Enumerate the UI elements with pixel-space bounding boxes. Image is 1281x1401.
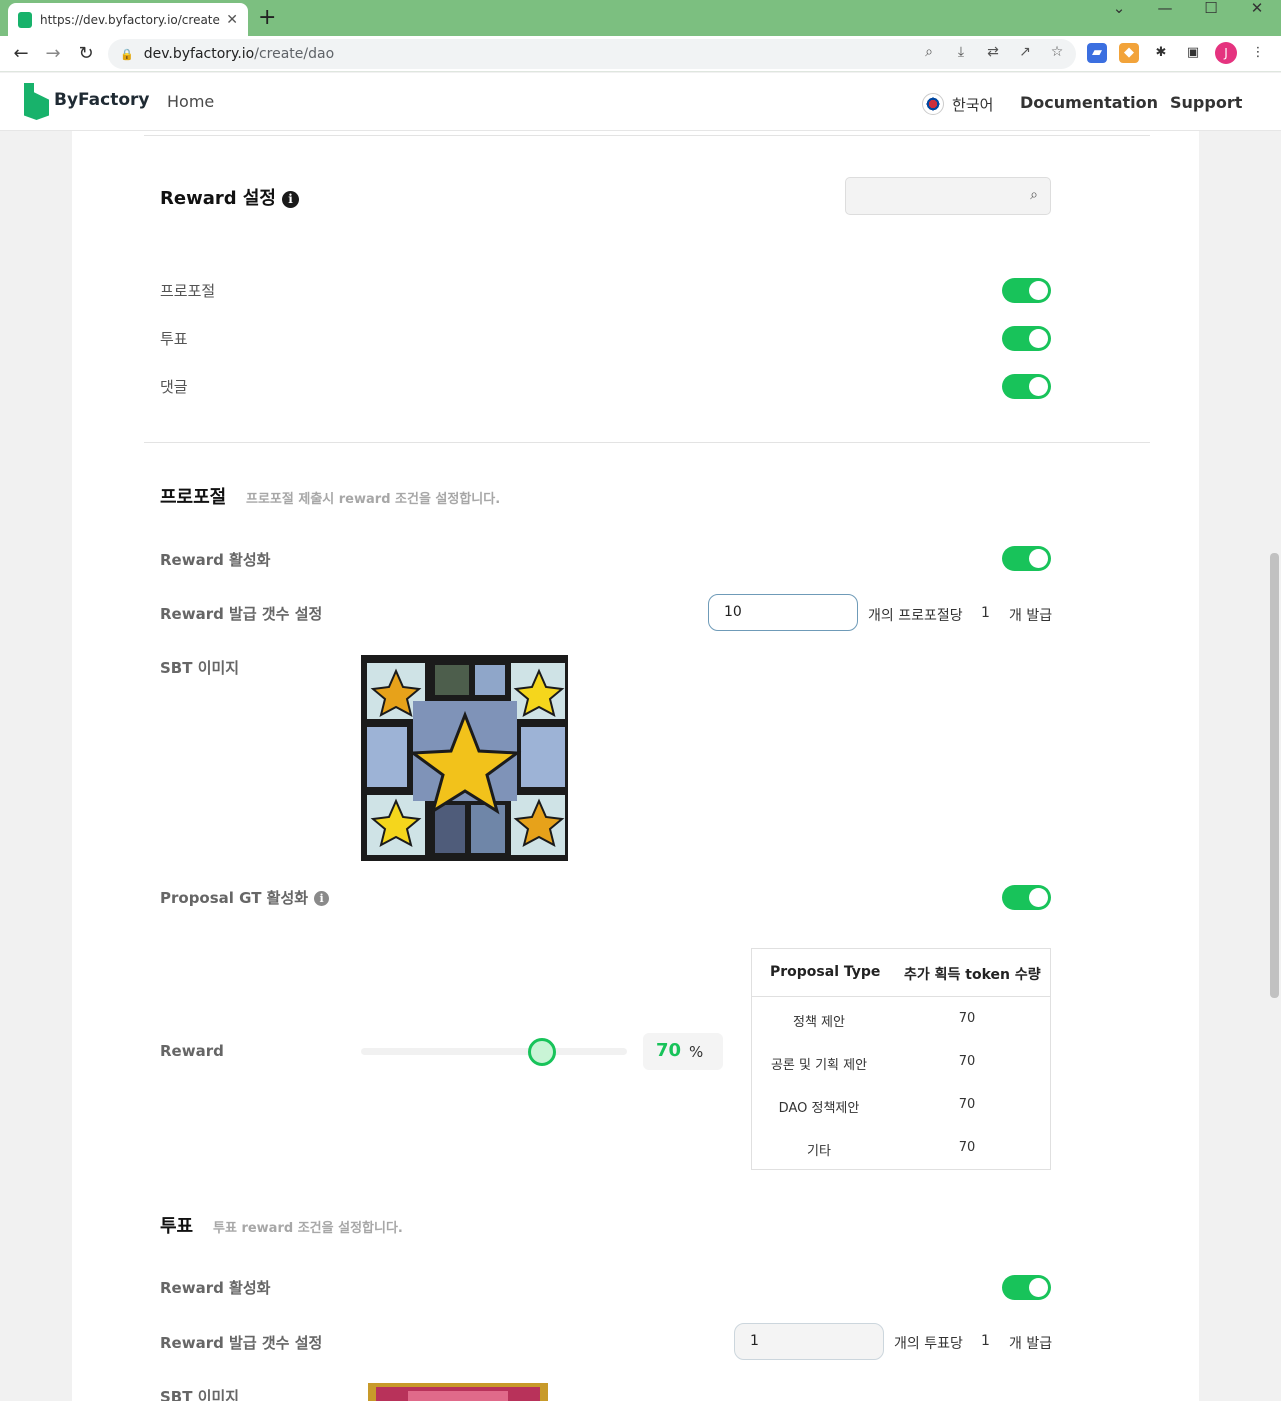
browser-tab[interactable]: https://dev.byfactory.io/create/d ✕ bbox=[8, 3, 248, 36]
divider bbox=[144, 442, 1150, 443]
reward-settings-heading: Reward 설정 i bbox=[160, 184, 299, 210]
search-icon: ⌕ bbox=[1030, 187, 1038, 203]
share-icon[interactable]: ↗ bbox=[1016, 44, 1034, 60]
dao-settings-card: Reward 설정 i ⌕ 프로포절 투표 댓글 프로포절 프로포절 제출시 re… bbox=[72, 131, 1199, 1401]
browser-menu-icon[interactable]: ⋮ bbox=[1248, 43, 1268, 63]
nav-documentation-link[interactable]: Documentation bbox=[1020, 93, 1158, 112]
proposal-section-desc: 프로포절 제출시 reward 조건을 설정합니다. bbox=[246, 492, 501, 507]
vote-issue-count-input[interactable]: 1 bbox=[734, 1323, 884, 1360]
url-host: dev.byfactory.io bbox=[143, 46, 255, 62]
korea-flag-icon bbox=[922, 93, 944, 115]
nav-support-link[interactable]: Support bbox=[1170, 93, 1242, 112]
browser-tab-bar: https://dev.byfactory.io/create/d ✕ + ⌄ … bbox=[0, 0, 1281, 36]
vote-issue-count-label: Reward 발급 갯수 설정 bbox=[160, 1334, 323, 1352]
toggle-label-proposal: 프로포절 bbox=[160, 282, 216, 300]
proposal-reward-label: Reward bbox=[160, 1042, 224, 1060]
proposal-type-table: Proposal Type 추가 획득 token 수량 정책 제안 70 공론… bbox=[751, 948, 1051, 1170]
new-tab-icon[interactable]: + bbox=[258, 5, 276, 30]
table-header-type: Proposal Type bbox=[770, 964, 881, 980]
vote-reward-active-label: Reward 활성화 bbox=[160, 1279, 271, 1297]
site-header: ByFactory Home 한국어 Documentation Support bbox=[0, 73, 1281, 131]
reward-percent-value: 70 bbox=[656, 1040, 682, 1061]
install-icon[interactable]: ⤓ bbox=[952, 44, 970, 60]
extension-icon[interactable]: ▰ bbox=[1087, 43, 1107, 63]
profile-avatar[interactable]: J bbox=[1215, 42, 1237, 64]
toggle-label-vote: 투표 bbox=[160, 330, 188, 348]
divider bbox=[144, 135, 1150, 136]
table-header: Proposal Type 추가 획득 token 수량 bbox=[752, 949, 1050, 997]
scrollbar-thumb[interactable] bbox=[1270, 553, 1279, 998]
extensions-puzzle-icon[interactable]: ✱ bbox=[1151, 43, 1171, 63]
table-row-type: 기타 bbox=[807, 1144, 831, 1159]
forward-icon[interactable]: → bbox=[41, 42, 65, 66]
url-path: /create/dao bbox=[254, 46, 335, 62]
table-row-amount: 70 bbox=[958, 1011, 976, 1026]
proposal-gt-toggle[interactable] bbox=[1002, 885, 1051, 910]
reload-icon[interactable]: ↻ bbox=[74, 42, 98, 66]
proposal-per-text: 개의 프로포절당 bbox=[868, 608, 963, 624]
info-icon[interactable]: i bbox=[314, 891, 330, 906]
tab-title: https://dev.byfactory.io/create/d bbox=[40, 12, 221, 27]
proposal-issue-amount: 1 bbox=[981, 605, 990, 621]
vote-issue-unit: 개 발급 bbox=[1009, 1336, 1053, 1352]
proposal-issue-count-input[interactable]: 10 bbox=[708, 594, 858, 631]
proposal-issue-unit: 개 발급 bbox=[1009, 608, 1053, 624]
metamask-fox-icon[interactable]: ◆ bbox=[1119, 43, 1139, 63]
reward-percent-unit: % bbox=[689, 1043, 704, 1061]
reward-settings-title: Reward 설정 bbox=[160, 188, 276, 209]
tab-search-icon[interactable]: ⌄ bbox=[1096, 0, 1142, 30]
vote-sbt-label: SBT 이미지 bbox=[160, 1388, 240, 1401]
table-row-amount: 70 bbox=[958, 1054, 976, 1069]
toggle-proposal-reward[interactable] bbox=[1002, 278, 1051, 303]
vote-per-text: 개의 투표당 bbox=[894, 1336, 963, 1352]
language-selector[interactable]: 한국어 bbox=[922, 93, 993, 115]
vote-section-desc: 투표 reward 조건을 설정합니다. bbox=[213, 1221, 403, 1236]
vote-issue-amount: 1 bbox=[981, 1333, 990, 1349]
bookmark-star-icon[interactable]: ☆ bbox=[1048, 44, 1066, 60]
maximize-icon[interactable]: ☐ bbox=[1188, 0, 1234, 30]
toggle-label-comment: 댓글 bbox=[160, 378, 188, 396]
minimize-icon[interactable]: — bbox=[1142, 0, 1188, 30]
vote-sbt-image[interactable] bbox=[368, 1383, 548, 1401]
table-row-amount: 70 bbox=[958, 1097, 976, 1112]
close-tab-icon[interactable]: ✕ bbox=[226, 12, 238, 28]
table-row-type: 공론 및 기획 제안 bbox=[770, 1058, 868, 1073]
search-input[interactable]: ⌕ bbox=[845, 177, 1051, 215]
proposal-gt-label: Proposal GT 활성화 bbox=[160, 889, 309, 907]
info-icon[interactable]: i bbox=[282, 190, 299, 208]
table-row-type: 정책 제안 bbox=[793, 1015, 845, 1030]
reward-percent-box: 70 % bbox=[643, 1033, 723, 1070]
reward-slider-thumb[interactable] bbox=[528, 1038, 556, 1066]
side-panel-icon[interactable]: ▣ bbox=[1183, 43, 1203, 63]
lock-icon: 🔒 bbox=[120, 47, 134, 61]
table-row-type: DAO 정책제안 bbox=[778, 1101, 860, 1116]
logo-text[interactable]: ByFactory bbox=[54, 90, 149, 110]
vote-section-title: 투표 bbox=[160, 1216, 194, 1237]
table-header-amount: 추가 획득 token 수량 bbox=[904, 967, 1041, 983]
language-label: 한국어 bbox=[952, 95, 994, 114]
proposal-sbt-label: SBT 이미지 bbox=[160, 659, 240, 677]
proposal-section-title: 프로포절 bbox=[160, 487, 227, 508]
reward-slider-track[interactable] bbox=[361, 1048, 627, 1055]
proposal-gt-heading: Proposal GT 활성화 i bbox=[160, 887, 330, 908]
proposal-reward-active-label: Reward 활성화 bbox=[160, 551, 271, 569]
proposal-issue-count-label: Reward 발급 갯수 설정 bbox=[160, 605, 323, 623]
vote-reward-active-toggle[interactable] bbox=[1002, 1275, 1051, 1300]
proposal-sbt-image[interactable] bbox=[361, 655, 568, 861]
toggle-comment-reward[interactable] bbox=[1002, 374, 1051, 399]
zoom-search-icon[interactable]: ⌕ bbox=[920, 44, 938, 60]
toggle-vote-reward[interactable] bbox=[1002, 326, 1051, 351]
proposal-reward-active-toggle[interactable] bbox=[1002, 546, 1051, 571]
back-icon[interactable]: ← bbox=[9, 42, 33, 66]
window-close-icon[interactable]: ✕ bbox=[1234, 0, 1280, 30]
nav-home-link[interactable]: Home bbox=[167, 92, 214, 111]
table-row-amount: 70 bbox=[958, 1140, 976, 1155]
translate-icon[interactable]: ⇄ bbox=[984, 44, 1002, 60]
byfactory-logo-icon[interactable] bbox=[24, 83, 49, 120]
site-favicon-icon bbox=[18, 11, 32, 28]
